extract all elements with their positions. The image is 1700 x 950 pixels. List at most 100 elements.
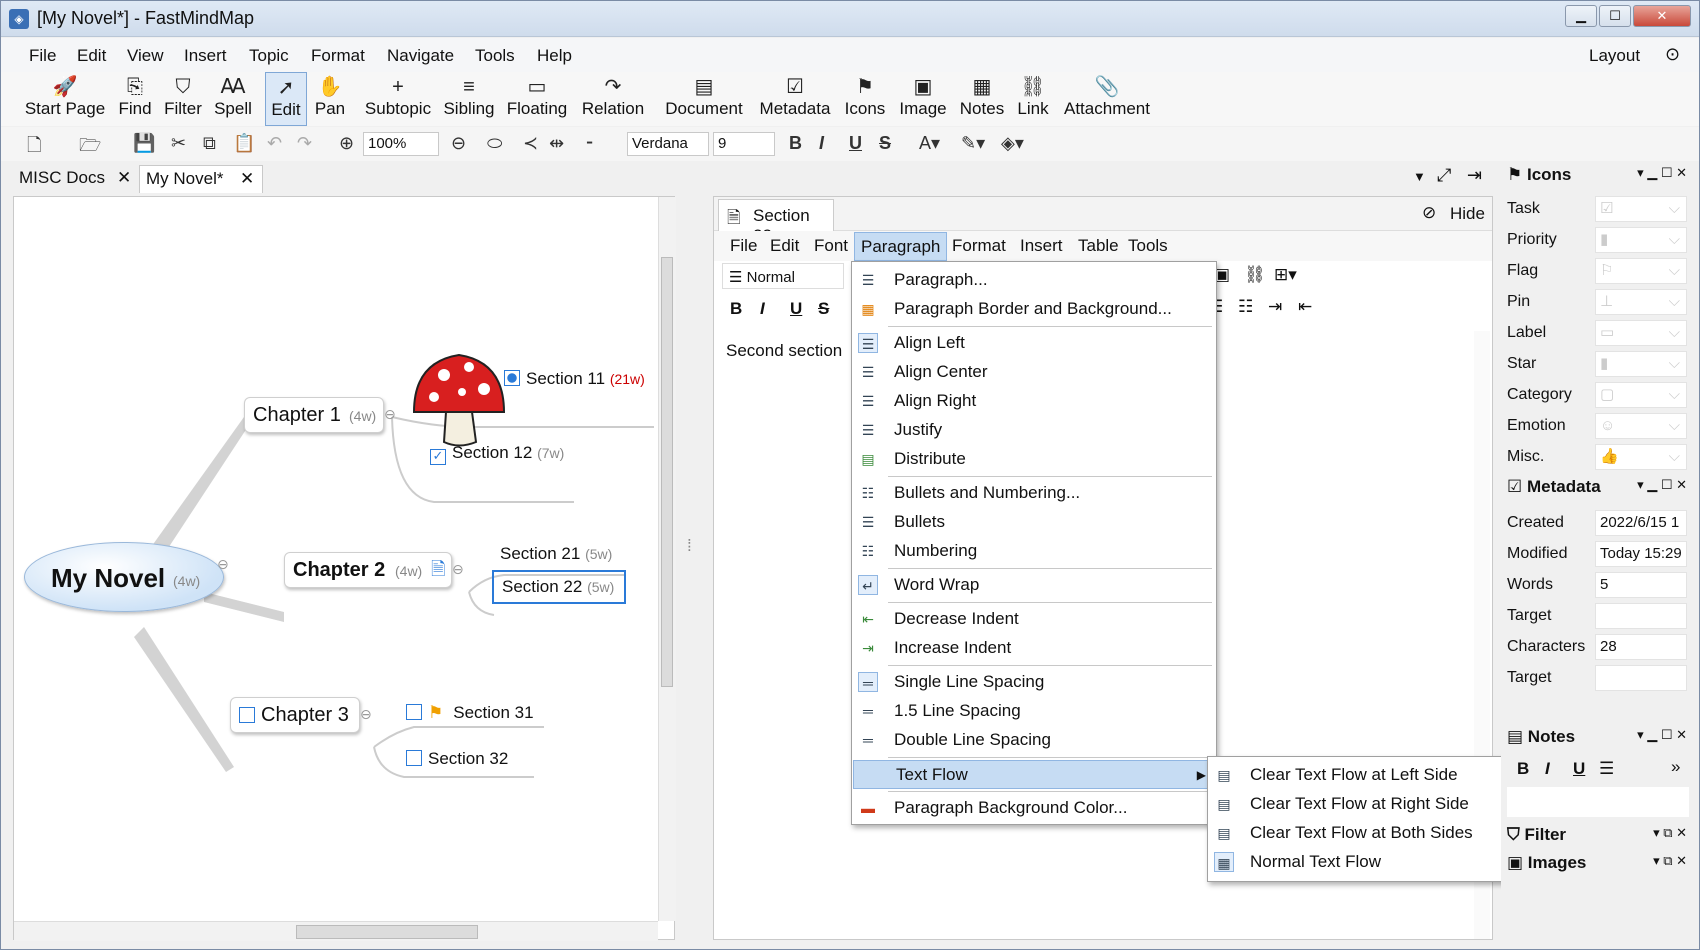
layout-menu[interactable]: Layout (1589, 46, 1640, 66)
mind-map-canvas[interactable]: My Novel (4w) ⊖ Chapter 1 (4w) ⊖ Chapter… (13, 196, 676, 941)
bold-icon[interactable]: B (1517, 759, 1529, 779)
underline-icon[interactable]: U (790, 299, 802, 319)
underline-icon[interactable]: U (849, 133, 862, 154)
paste-icon[interactable]: 📋 (233, 133, 255, 154)
icons-button[interactable]: ⚑ Icons (843, 72, 887, 126)
chapter-3-node[interactable]: Chapter 3 (230, 697, 360, 733)
hide-notes-button[interactable]: Hide (1450, 204, 1485, 224)
pen-color-icon[interactable]: ✎▾ (961, 133, 985, 154)
task-select[interactable]: ☑ ⌵ (1595, 196, 1687, 222)
notes-tab[interactable]: 🗎 Section 22 (718, 199, 834, 245)
italic-icon[interactable]: I (760, 299, 765, 319)
zoom-select[interactable]: 100% (363, 132, 439, 156)
close-tab-icon[interactable]: ✕ (117, 165, 131, 191)
menu-item-align-right[interactable]: ☰ Align Right (852, 387, 1216, 416)
close-tab-icon[interactable]: ✕ (240, 166, 254, 192)
notes-menu-format[interactable]: Format (952, 236, 1006, 256)
insert-table-icon[interactable]: ⊞▾ (1274, 265, 1297, 285)
collapse-icon[interactable]: ⊖ (360, 706, 372, 723)
misc-select[interactable]: 👍 ⌵ (1595, 444, 1687, 470)
checkbox-icon[interactable] (406, 750, 422, 766)
metadata-button[interactable]: ☑ Metadata (757, 72, 833, 126)
scroll-thumb[interactable] (661, 257, 673, 687)
zoom-in-icon[interactable]: ⊕ (339, 133, 354, 154)
emotion-select[interactable]: ☺ ⌵ (1595, 413, 1687, 439)
menu-item-border-background[interactable]: ▦ Paragraph Border and Background... (852, 295, 1216, 324)
image-button[interactable]: ▣ Image (897, 72, 949, 126)
notes-menu-tools[interactable]: Tools (1128, 236, 1168, 256)
pan-mode-button[interactable]: ✋ Pan (311, 72, 349, 126)
scroll-thumb[interactable] (296, 925, 478, 939)
notes-menu-file[interactable]: File (730, 236, 757, 256)
section-11-node[interactable]: Section 11 (21w) (504, 369, 645, 389)
copy-icon[interactable]: ⧉ (203, 133, 216, 154)
section-21-node[interactable]: Section 21 (5w) (500, 544, 612, 564)
dropdown-icon[interactable]: ▼ (1413, 169, 1426, 184)
spell-button[interactable]: Ꜳ Spell (211, 72, 255, 126)
menu-item-normal-flow[interactable]: ▦ Normal Text Flow (1208, 848, 1510, 877)
menu-item-align-left[interactable]: ☰ Align Left (852, 329, 1216, 358)
flag-select[interactable]: ⚐ ⌵ (1595, 258, 1687, 284)
metadata-panel-header[interactable]: ☑ Metadata ▾ ▁ ☐ ✕ (1507, 477, 1687, 503)
menu-item-clear-right[interactable]: ▤ Clear Text Flow at Right Side (1208, 790, 1510, 819)
expand-icon[interactable]: ⤢ (1437, 165, 1451, 186)
menu-item-justify[interactable]: ☰ Justify (852, 416, 1216, 445)
start-page-button[interactable]: 🚀 Start Page (23, 72, 107, 126)
images-panel-header[interactable]: ▣ Images ▾ ⧉ ✕ (1507, 853, 1687, 879)
menu-topic[interactable]: Topic (249, 46, 289, 66)
category-select[interactable]: ▢ ⌵ (1595, 382, 1687, 408)
menu-item-word-wrap[interactable]: ↵ Word Wrap (852, 571, 1216, 600)
menu-item-background-color[interactable]: ▬ Paragraph Background Color... (852, 794, 1216, 823)
menu-item-clear-left[interactable]: ▤ Clear Text Flow at Left Side (1208, 761, 1510, 790)
filter-button[interactable]: ⛉ Filter (161, 72, 205, 126)
insert-link-icon[interactable]: ⛓ (1244, 265, 1266, 285)
menu-item-single-spacing[interactable]: ═ Single Line Spacing (852, 668, 1216, 697)
checkbox-icon[interactable] (406, 704, 422, 720)
increase-indent-icon[interactable]: ⇥ (1268, 297, 1282, 317)
menu-item-bullets-numbering[interactable]: ☷ Bullets and Numbering... (852, 479, 1216, 508)
shape-icon[interactable]: ⬭ (487, 133, 502, 154)
char-target-input[interactable] (1595, 665, 1687, 691)
collapse-icon[interactable]: ⊖ (217, 556, 229, 573)
menu-item-align-center[interactable]: ☰ Align Center (852, 358, 1216, 387)
notes-side-editor[interactable] (1507, 787, 1689, 817)
menu-view[interactable]: View (127, 46, 164, 66)
attachment-button[interactable]: 📎 Attachment (1061, 72, 1153, 126)
bullets-icon[interactable]: ☰ (1599, 759, 1614, 779)
link-button[interactable]: ⛓ Link (1015, 72, 1051, 126)
filter-panel-header[interactable]: ⛉ Filter ▾ ⧉ ✕ (1507, 825, 1687, 851)
document-button[interactable]: ▤ Document (663, 72, 745, 126)
subtopic-button[interactable]: + Subtopic (363, 72, 433, 126)
menu-item-paragraph[interactable]: ☰ Paragraph... (852, 266, 1216, 295)
icons-panel-header[interactable]: ⚑ Icons ▾ ▁ ☐ ✕ (1507, 165, 1687, 191)
bold-icon[interactable]: B (730, 299, 742, 319)
menu-format[interactable]: Format (311, 46, 365, 66)
notes-menu-edit[interactable]: Edit (770, 236, 799, 256)
branch-icon[interactable]: ≺ (523, 133, 538, 154)
redo-icon[interactable]: ↷ (297, 133, 312, 154)
word-target-input[interactable] (1595, 603, 1687, 629)
italic-icon[interactable]: I (819, 133, 824, 154)
tab-my-novel[interactable]: My Novel* ✕ (139, 165, 263, 193)
label-select[interactable]: ▭ ⌵ (1595, 320, 1687, 346)
menu-item-numbering[interactable]: ☷ Numbering (852, 537, 1216, 566)
root-node[interactable]: My Novel (4w) (24, 542, 224, 612)
close-button[interactable]: ✕ (1633, 5, 1691, 27)
numbering-icon[interactable]: ☷ (1238, 297, 1253, 317)
edit-mode-button[interactable]: ➚ Edit (265, 72, 307, 126)
collapse-icon[interactable]: ⊖ (452, 561, 464, 578)
menu-insert[interactable]: Insert (184, 46, 227, 66)
cut-icon[interactable]: ✂ (171, 133, 186, 154)
underline-icon[interactable]: U (1573, 759, 1585, 779)
task-done-icon[interactable]: ✓ (430, 449, 446, 465)
paragraph-style-select[interactable]: ☰ Normal (722, 263, 844, 289)
section-22-node[interactable]: Section 22 (5w) (492, 570, 626, 604)
font-family-select[interactable]: Verdana (627, 132, 709, 156)
notes-menu-table[interactable]: Table (1078, 236, 1119, 256)
menu-item-bullets[interactable]: ☰ Bullets (852, 508, 1216, 537)
menu-item-clear-both[interactable]: ▤ Clear Text Flow at Both Sides (1208, 819, 1510, 848)
section-12-node[interactable]: ✓ Section 12 (7w) (430, 443, 564, 465)
menu-navigate[interactable]: Navigate (387, 46, 454, 66)
menu-item-increase-indent[interactable]: ⇥ Increase Indent (852, 634, 1216, 663)
bold-icon[interactable]: B (789, 133, 802, 154)
